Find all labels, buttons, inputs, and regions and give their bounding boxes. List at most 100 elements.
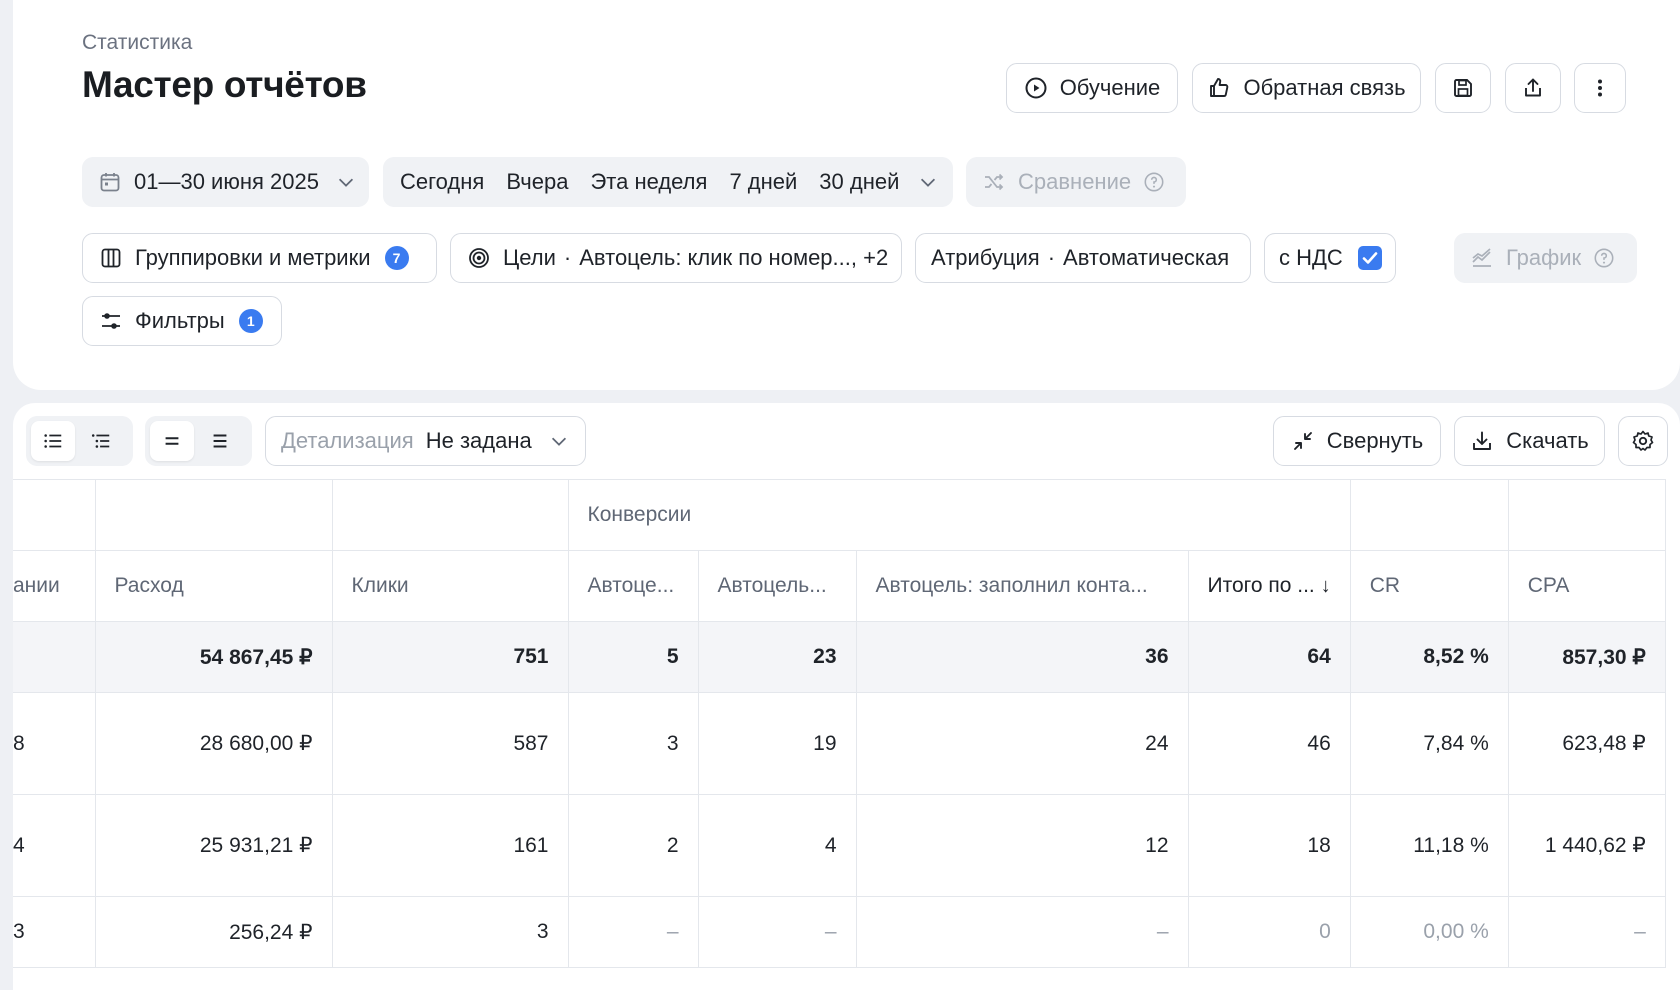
share-button[interactable] [1505,63,1561,113]
table-cell: – [698,896,857,968]
chevron-down-icon[interactable] [917,171,939,193]
table-cell: 256,24 ₽ [95,896,333,968]
goals-button[interactable]: Цели · Автоцель: клик по номер..., +2 [450,233,902,283]
checkbox-checked-icon[interactable] [1357,245,1383,271]
date-presets: Сегодня Вчера Эта неделя 7 дней 30 дней [383,157,953,207]
column-header-goal-1[interactable]: Автоце... [568,550,699,622]
help-icon[interactable] [1143,171,1165,193]
column-header-total-sorted[interactable]: Итого по ... ↓ [1188,550,1351,622]
preset-today[interactable]: Сегодня [400,169,484,195]
shuffle-icon [985,173,1004,191]
table-cell: 64 [1188,621,1351,693]
filters-button[interactable]: Фильтры 1 [82,296,282,346]
table-row[interactable]: 8 28 680,00 ₽ 587 3 19 24 46 7,84 % 623,… [13,692,1666,795]
report-table: Конверсии ании Расход Клики Автоце... Ав… [13,479,1666,968]
attribution-button[interactable]: Атрибуция · Автоматическая [915,233,1251,283]
column-header[interactable]: ании [13,550,96,622]
chart-toggle[interactable]: График [1454,233,1637,283]
comparison-label: Сравнение [1018,169,1132,194]
training-button[interactable]: Обучение [1006,63,1178,113]
table-settings-button[interactable] [1618,416,1668,466]
download-button[interactable]: Скачать [1454,416,1605,466]
detail-select[interactable]: Детализация Не задана [265,416,586,466]
table-row[interactable]: 3 256,24 ₽ 3 – – – 0 0,00 % – [13,896,1666,968]
date-range-picker[interactable]: 01—30 июня 2025 [82,157,369,207]
save-button[interactable] [1435,63,1491,113]
table-cell: 623,48 ₽ [1508,692,1666,795]
feedback-button-label: Обратная связь [1243,75,1406,100]
collapse-icon [1293,432,1312,450]
column-header-goal-2[interactable]: Автоцель... [698,550,857,622]
play-circle-icon [1025,77,1047,99]
collapse-button[interactable]: Свернуть [1273,416,1441,466]
preset-yesterday[interactable]: Вчера [506,169,568,195]
density-compact-button[interactable] [150,421,194,461]
table-cell: 587 [332,692,569,795]
table-row[interactable]: 4 25 931,21 ₽ 161 2 4 12 18 11,18 % 1 44… [13,794,1666,897]
table-cell: 3 [332,896,569,968]
page-title: Мастер отчётов [82,64,367,105]
chart-area-icon [1472,248,1491,267]
column-header-cr[interactable]: CR [1350,550,1509,622]
more-button[interactable] [1574,63,1626,113]
table-cell [13,621,96,693]
density-normal-button[interactable] [198,421,242,461]
column-header-clicks[interactable]: Клики [332,550,569,622]
column-header-spend[interactable]: Расход [95,550,333,622]
table-cell: 8 [13,692,96,795]
table-cell: 28 680,00 ₽ [95,692,333,795]
preset-30-days[interactable]: 30 дней [819,169,899,195]
breadcrumb[interactable]: Статистика [82,31,192,55]
column-header-total-label: Итого по ... [1207,574,1315,597]
density-normal-icon [213,434,227,448]
filters-count-badge: 1 [238,309,263,333]
gear-icon [1632,430,1654,451]
columns-icon [101,248,121,268]
table-cell: 8,52 % [1350,621,1509,693]
table-cell: 54 867,45 ₽ [95,621,333,693]
goals-value: Автоцель: клик по номер..., +2 [579,245,889,270]
collapse-label: Свернуть [1326,428,1424,453]
conversions-group-header: Конверсии [568,479,1351,551]
table-cell: 0,00 % [1350,896,1509,968]
separator-dot: · [1047,245,1056,270]
detail-value: Не задана [425,428,532,453]
table-cell: 18 [1188,794,1351,897]
comparison-toggle[interactable]: Сравнение [966,157,1186,207]
table-cell: 23 [698,621,857,693]
row-density-toggle [145,416,252,466]
table-cell: 25 931,21 ₽ [95,794,333,897]
vat-label: с НДС [1279,245,1343,270]
column-header-cpa[interactable]: CPA [1508,550,1666,622]
vat-toggle[interactable]: с НДС [1264,233,1396,283]
view-tree-button[interactable] [79,421,123,461]
preset-7-days[interactable]: 7 дней [729,169,797,195]
grouping-metrics-button[interactable]: Группировки и метрики 7 [82,233,437,283]
density-compact-icon [165,437,179,445]
date-range-value: 01—30 июня 2025 [134,169,319,194]
table-cell: 19 [698,692,857,795]
report-table-card: Детализация Не задана Свернуть Скачать К… [13,403,1680,990]
table-cell: 5 [568,621,699,693]
table-cell: – [856,896,1189,968]
table-group-header-row: Конверсии [13,479,1666,551]
table-cell: – [568,896,699,968]
feedback-button[interactable]: Обратная связь [1192,63,1421,113]
chevron-down-icon [551,437,566,446]
preset-this-week[interactable]: Эта неделя [590,169,707,195]
filters-label: Фильтры [135,308,225,333]
column-header-goal-3[interactable]: Автоцель: заполнил конта... [856,550,1189,622]
table-cell: 161 [332,794,569,897]
help-icon[interactable] [1593,247,1615,269]
chevron-down-icon [338,178,354,187]
target-icon [469,248,489,268]
grouping-count-badge: 7 [384,246,409,270]
table-cell: 3 [13,896,96,968]
share-icon [1525,78,1541,97]
save-icon [1454,79,1472,97]
calendar-icon [100,173,120,192]
view-list-button[interactable] [31,421,75,461]
more-vertical-icon [1598,79,1602,97]
table-cell: 24 [856,692,1189,795]
training-button-label: Обучение [1059,75,1161,100]
